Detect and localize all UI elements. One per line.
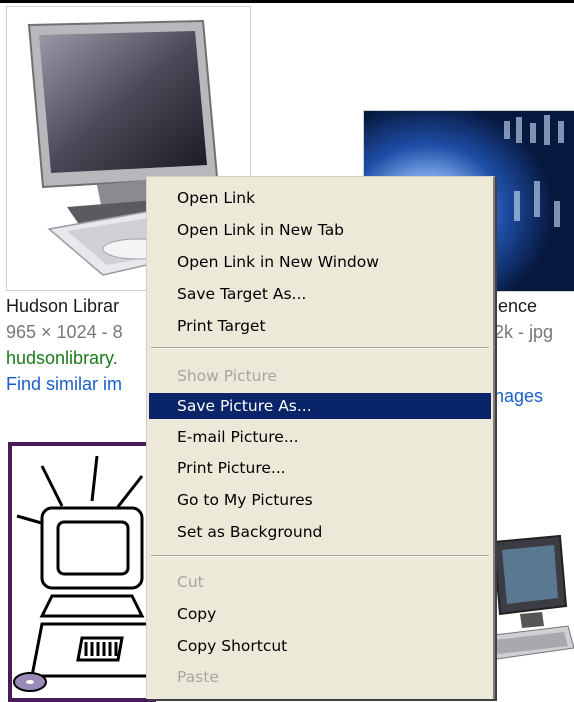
menu-item-copy-shortcut[interactable]: Copy Shortcut xyxy=(149,633,491,659)
context-menu: Open Link Open Link in New Tab Open Link… xyxy=(146,176,495,699)
image-result-cartoon-computer[interactable] xyxy=(8,442,156,702)
menu-item-label: Print Target xyxy=(177,317,266,335)
menu-item-label: Copy Shortcut xyxy=(177,637,288,655)
top-border xyxy=(0,0,574,3)
menu-item-label: Open Link xyxy=(177,189,256,207)
result-1-meta: 965 × 1024 - 8 xyxy=(6,322,123,342)
menu-item-save-target-as[interactable]: Save Target As... xyxy=(149,281,491,307)
menu-item-label: Go to My Pictures xyxy=(177,491,313,509)
menu-item-set-as-background[interactable]: Set as Background xyxy=(149,519,491,545)
menu-item-label: Save Picture As... xyxy=(177,397,312,415)
menu-item-label: Save Target As... xyxy=(177,285,307,303)
cartoon-computer-image xyxy=(13,455,152,692)
menu-item-label: Paste xyxy=(177,668,219,686)
menu-item-go-to-my-pictures[interactable]: Go to My Pictures xyxy=(149,487,491,513)
result-2-meta: 2k - jpg xyxy=(494,322,554,342)
menu-item-label: Cut xyxy=(177,573,204,591)
menu-separator xyxy=(151,347,489,349)
menu-item-save-picture-as[interactable]: Save Picture As... xyxy=(149,393,491,419)
menu-item-label: Open Link in New Tab xyxy=(177,221,345,239)
menu-item-label: Open Link in New Window xyxy=(177,253,379,271)
result-2-similar-link[interactable]: nages xyxy=(494,386,543,407)
menu-item-label: Show Picture xyxy=(177,367,278,385)
menu-item-label: Copy xyxy=(177,605,217,623)
menu-item-label: E-mail Picture... xyxy=(177,428,299,446)
menu-item-print-picture[interactable]: Print Picture... xyxy=(149,455,491,481)
menu-item-copy[interactable]: Copy xyxy=(149,601,491,627)
menu-item-open-link-new-window[interactable]: Open Link in New Window xyxy=(149,249,491,275)
menu-item-paste: Paste xyxy=(149,664,491,690)
menu-item-open-link[interactable]: Open Link xyxy=(149,185,491,211)
menu-item-label: Print Picture... xyxy=(177,459,286,477)
menu-item-email-picture[interactable]: E-mail Picture... xyxy=(149,424,491,450)
menu-item-show-picture: Show Picture xyxy=(149,363,491,389)
result-1-site[interactable]: hudsonlibrary. xyxy=(6,348,118,369)
result-2-title[interactable]: ience xyxy=(494,296,537,317)
menu-item-open-link-new-tab[interactable]: Open Link in New Tab xyxy=(149,217,491,243)
result-1-find-similar-link[interactable]: Find similar im xyxy=(6,374,122,395)
result-1-title[interactable]: Hudson Librar xyxy=(6,296,119,317)
menu-item-print-target[interactable]: Print Target xyxy=(149,313,491,339)
menu-item-cut: Cut xyxy=(149,569,491,595)
menu-separator xyxy=(151,555,489,557)
menu-item-label: Set as Background xyxy=(177,523,323,541)
